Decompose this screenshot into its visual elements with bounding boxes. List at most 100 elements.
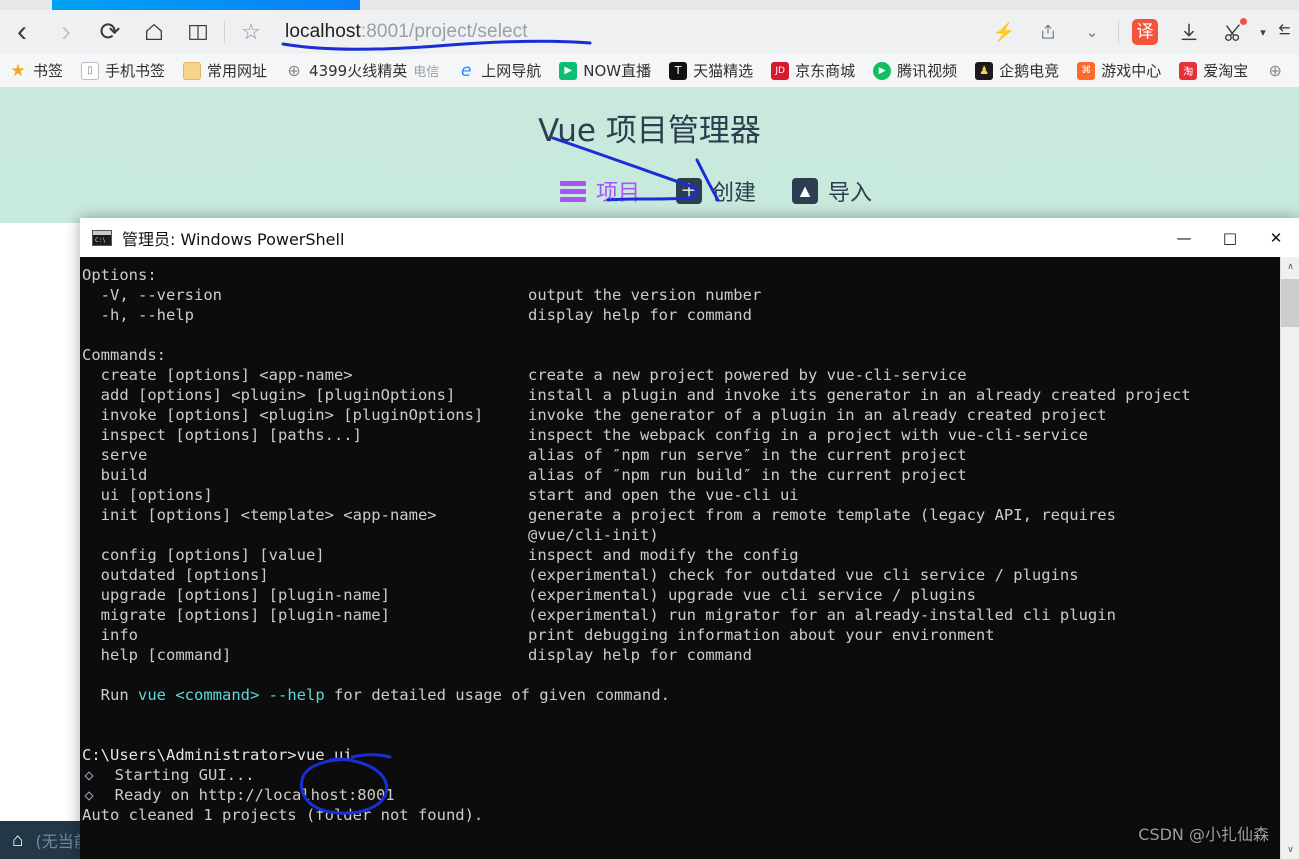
- scroll-up-arrow[interactable]: ∧: [1281, 257, 1299, 276]
- console-line: info print debugging information about yo…: [82, 626, 995, 644]
- vue-ui-nav: 项目 ＋ 创建 ▲ 导入: [560, 175, 872, 207]
- bookmark-item-0[interactable]: ★ 书签: [0, 54, 72, 87]
- console-line: -h, --help display help for command: [82, 306, 752, 324]
- reading-list-icon[interactable]: [176, 10, 220, 54]
- address-bar[interactable]: localhost:8001/project/select: [273, 10, 982, 54]
- bookmark-label: 4399火线精英: [309, 62, 408, 80]
- powershell-title: 管理员: Windows PowerShell: [122, 229, 345, 249]
- minimize-button[interactable]: —: [1161, 218, 1207, 257]
- bookmark-label: 游戏中心: [1101, 62, 1162, 80]
- jd-icon: JD: [771, 61, 790, 80]
- nav-label: 导入: [828, 181, 873, 206]
- console-run-hint: Run vue <command> --help for detailed us…: [82, 686, 670, 704]
- bookmark-star-icon[interactable]: ☆: [229, 10, 273, 54]
- bookmark-item-2[interactable]: 常用网址: [174, 54, 276, 87]
- bookmark-label: 书签: [33, 62, 64, 80]
- reload-icon[interactable]: ⟳: [88, 10, 132, 54]
- bookmark-item-9[interactable]: ♟ 企鹅电竞: [966, 54, 1068, 87]
- powershell-titlebar[interactable]: C:\ 管理员: Windows PowerShell — □ ✕: [80, 218, 1299, 257]
- globe-icon: ⊕: [1268, 61, 1282, 80]
- console-line: inspect [options] [paths...] inspect the …: [82, 426, 1088, 444]
- share-icon[interactable]: [1026, 10, 1070, 54]
- bookmark-sublabel: 电信: [413, 65, 440, 80]
- bookmark-item-12[interactable]: ⊕: [1257, 54, 1299, 87]
- console-output[interactable]: Options: -V, --version output the version…: [80, 257, 1280, 859]
- translate-badge-label: 译: [1132, 19, 1158, 45]
- taobao-icon: 淘: [1179, 61, 1198, 80]
- console-line: config [options] [value] inspect and modi…: [82, 546, 799, 564]
- bookmark-item-10[interactable]: ⌘ 游戏中心: [1068, 54, 1170, 87]
- nav-item-projects[interactable]: 项目: [560, 175, 640, 207]
- toolbar-divider-2: [1118, 21, 1119, 43]
- console-output-line: ◇ Starting GUI...: [84, 766, 255, 784]
- console-final-line: Auto cleaned 1 projects (folder not foun…: [82, 806, 484, 824]
- bookmark-item-3[interactable]: ⊕ 4399火线精英 电信: [276, 54, 448, 87]
- browser-toolbar: ‹ › ⟳ ☆ localhost:8001/project/select ⚡: [0, 10, 1299, 54]
- globe-icon: ⊕: [287, 61, 301, 80]
- bookmark-item-5[interactable]: ▶ NOW直播: [550, 54, 660, 87]
- download-icon[interactable]: [1167, 10, 1211, 54]
- nav-item-import[interactable]: ▲ 导入: [792, 175, 872, 207]
- console-line: migrate [options] [plugin-name] (experime…: [82, 606, 1116, 624]
- close-button[interactable]: ✕: [1253, 218, 1299, 257]
- bookmark-item-11[interactable]: 淘 爱淘宝: [1170, 54, 1257, 87]
- console-line: upgrade [options] [plugin-name] (experime…: [82, 586, 976, 604]
- page-title: Vue 项目管理器: [538, 113, 761, 149]
- console-line: help [command] display help for command: [82, 646, 752, 664]
- bookmark-item-4[interactable]: e 上网导航: [448, 54, 550, 87]
- powershell-window[interactable]: C:\ 管理员: Windows PowerShell — □ ✕ Option…: [80, 218, 1299, 859]
- scroll-down-arrow[interactable]: ∨: [1281, 840, 1299, 859]
- active-tab[interactable]: [52, 0, 360, 10]
- bookmark-item-7[interactable]: JD 京东商城: [762, 54, 864, 87]
- console-line: add [options] <plugin> [pluginOptions] in…: [82, 386, 1191, 404]
- bookmark-label: 企鹅电竞: [999, 62, 1060, 80]
- scrollbar-thumb[interactable]: [1281, 279, 1299, 327]
- penguin-esports-icon: ♟: [975, 61, 994, 80]
- console-scrollbar[interactable]: ∧ ∨: [1280, 257, 1299, 859]
- powershell-body: Options: -V, --version output the version…: [80, 257, 1299, 859]
- screenshot-scissors-icon[interactable]: [1211, 10, 1255, 54]
- back-icon[interactable]: ‹: [0, 10, 44, 54]
- url-text: localhost:8001/project/select: [285, 21, 528, 43]
- tmall-icon: T: [669, 61, 688, 80]
- bookmark-item-8[interactable]: ▶ 腾讯视频: [864, 54, 966, 87]
- folder-icon: [183, 61, 202, 80]
- tencent-video-icon: ▶: [873, 61, 892, 80]
- import-icon: ▲: [792, 178, 819, 204]
- nav-item-create[interactable]: ＋ 创建: [676, 175, 756, 207]
- home-icon[interactable]: ⌂: [12, 831, 23, 850]
- console-line: Options:: [82, 266, 157, 284]
- screenshot-caret-icon[interactable]: ▾: [1255, 10, 1271, 54]
- bookmark-item-6[interactable]: T 天猫精选: [660, 54, 762, 87]
- console-prompt-line[interactable]: C:\Users\Administrator>vue ui: [80, 745, 1280, 765]
- browser-tabstrip: [0, 0, 1299, 10]
- bookmark-label: 天猫精选: [693, 62, 754, 80]
- bookmark-label: 手机书签: [105, 62, 166, 80]
- plus-icon: ＋: [676, 178, 703, 204]
- edge-icon: e: [461, 60, 472, 81]
- watermark: CSDN @小扎仙森: [1138, 825, 1269, 844]
- translate-icon[interactable]: 译: [1123, 10, 1167, 54]
- url-host: localhost: [285, 21, 361, 42]
- chevron-down-icon[interactable]: ⌄: [1070, 10, 1114, 54]
- screen: ‹ › ⟳ ☆ localhost:8001/project/select ⚡: [0, 0, 1299, 859]
- lightning-icon[interactable]: ⚡: [982, 10, 1026, 54]
- bookmark-label: 爱淘宝: [1203, 62, 1249, 80]
- home-icon[interactable]: [132, 10, 176, 54]
- maximize-button[interactable]: □: [1207, 218, 1253, 257]
- bookmark-item-1[interactable]: ▯ 手机书签: [72, 54, 174, 87]
- toolbar-divider: [224, 21, 225, 43]
- console-line: create [options] <app-name> create a new …: [82, 366, 967, 384]
- console-icon: C:\: [92, 229, 112, 246]
- bookmark-label: 常用网址: [207, 62, 268, 80]
- forward-icon[interactable]: ›: [44, 10, 88, 54]
- console-line: serve alias of ″npm run serve″ in the cur…: [82, 446, 967, 464]
- pin-toolbar-icon[interactable]: [1271, 10, 1295, 54]
- nav-label: 项目: [596, 181, 641, 206]
- bookmarks-bar: ★ 书签 ▯ 手机书签 常用网址 ⊕ 4399火线精英 电信 e 上网导航 ▶ …: [0, 54, 1299, 88]
- url-path: :8001/project/select: [360, 21, 528, 42]
- console-line: init [options] <template> <app-name> gene…: [82, 506, 1116, 524]
